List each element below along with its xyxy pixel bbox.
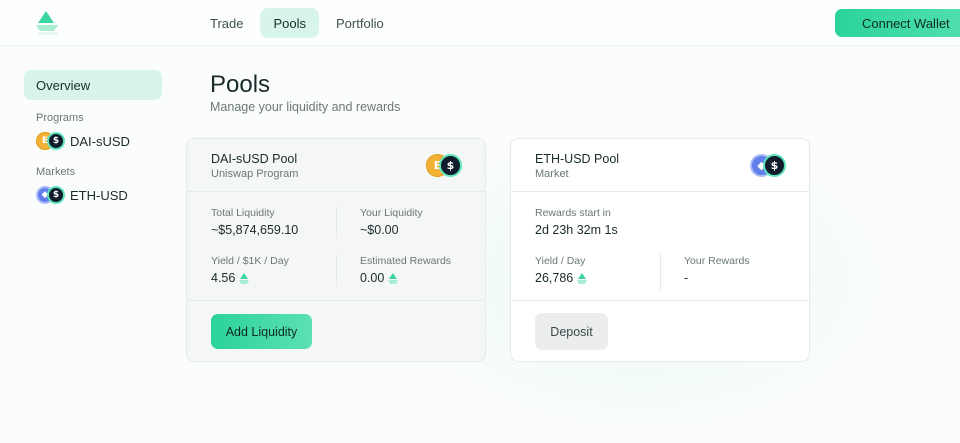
stat-divider [336, 254, 337, 286]
stat-estimated-rewards: Estimated Rewards 0.00 [360, 255, 451, 285]
sidebar-item-eth-usd[interactable]: ◆ $ ETH-USD [36, 186, 162, 204]
sidebar-item-label: ETH-USD [70, 187, 128, 203]
pool-card-header: ETH-USD Pool Market ◆ $ [511, 139, 809, 192]
susd-coin-icon: $ [47, 132, 65, 150]
leaf-token-icon [577, 272, 588, 284]
stat-value: ~$0.00 [360, 223, 399, 237]
coin-pair: E $ [36, 132, 66, 150]
susd-coin-icon: $ [47, 186, 65, 204]
sidebar-item-dai-susd[interactable]: E $ DAI-sUSD [36, 132, 162, 150]
sidebar: Overview Programs E $ DAI-sUSD Markets ◆… [24, 70, 162, 204]
stat-value: 0.00 [360, 271, 451, 285]
leaf-token-icon [388, 272, 399, 284]
pool-card-dai-susd: DAI-sUSD Pool Uniswap Program E $ Total … [186, 138, 486, 362]
susd-coin-icon: $ [439, 154, 462, 177]
stat-value: ~$5,874,659.10 [211, 223, 299, 237]
leaf-logo-icon[interactable] [34, 11, 60, 35]
susd-coin-icon: $ [763, 154, 786, 177]
stat-label: Total Liquidity [211, 207, 275, 219]
coin-pair: ◆ $ [36, 186, 66, 204]
stat-yield-per-1k-day: Yield / $1K / Day 4.56 [211, 255, 289, 285]
pool-subtitle: Uniswap Program [211, 168, 299, 180]
page-title: Pools [210, 71, 271, 98]
stat-value: 26,786 [535, 271, 588, 285]
connect-wallet-button[interactable]: Connect Wallet [835, 9, 960, 37]
page-subtitle: Manage your liquidity and rewards [210, 100, 401, 114]
stat-divider [336, 206, 337, 238]
stat-your-rewards: Your Rewards - [684, 255, 750, 285]
pool-card-header: DAI-sUSD Pool Uniswap Program E $ [187, 139, 485, 192]
pool-stats: Rewards start in 2d 23h 32m 1s Yield / D… [511, 192, 809, 301]
sidebar-section-markets: Markets [36, 166, 76, 178]
sidebar-section-programs: Programs [36, 112, 84, 124]
stat-value: 4.56 [211, 271, 289, 285]
stat-label: Yield / $1K / Day [211, 255, 289, 267]
sidebar-item-overview[interactable]: Overview [24, 70, 162, 100]
stat-label: Yield / Day [535, 255, 586, 267]
stat-value: 2d 23h 32m 1s [535, 223, 618, 237]
nav-pools[interactable]: Pools [260, 8, 320, 38]
stat-label: Your Liquidity [360, 207, 423, 219]
stat-label: Estimated Rewards [360, 255, 452, 267]
main-nav: Trade Pools Portfolio [197, 8, 397, 38]
stat-yield-per-day: Yield / Day 26,786 [535, 255, 588, 285]
coin-pair: ◆ $ [750, 154, 786, 178]
deposit-button[interactable]: Deposit [535, 313, 608, 350]
stat-divider [660, 254, 661, 290]
add-liquidity-button[interactable]: Add Liquidity [211, 314, 312, 349]
pool-title: ETH-USD Pool [535, 152, 620, 166]
top-header: Trade Pools Portfolio Connect Wallet [0, 0, 960, 46]
pool-subtitle: Market [535, 168, 569, 180]
stat-your-liquidity: Your Liquidity ~$0.00 [360, 207, 423, 237]
pool-card-eth-usd: ETH-USD Pool Market ◆ $ Rewards start in… [510, 138, 810, 362]
stat-total-liquidity: Total Liquidity ~$5,874,659.10 [211, 207, 298, 237]
stat-value: - [684, 271, 689, 285]
leaf-token-icon [239, 272, 250, 284]
stat-label: Your Rewards [684, 255, 750, 267]
nav-portfolio[interactable]: Portfolio [323, 8, 397, 38]
stat-rewards-start: Rewards start in 2d 23h 32m 1s [535, 207, 618, 237]
pool-title: DAI-sUSD Pool [211, 152, 298, 166]
stat-label: Rewards start in [535, 207, 611, 219]
coin-pair: E $ [426, 154, 462, 178]
sidebar-item-label: DAI-sUSD [70, 133, 130, 149]
pool-stats: Total Liquidity ~$5,874,659.10 Your Liqu… [187, 192, 485, 301]
nav-trade[interactable]: Trade [197, 8, 256, 38]
